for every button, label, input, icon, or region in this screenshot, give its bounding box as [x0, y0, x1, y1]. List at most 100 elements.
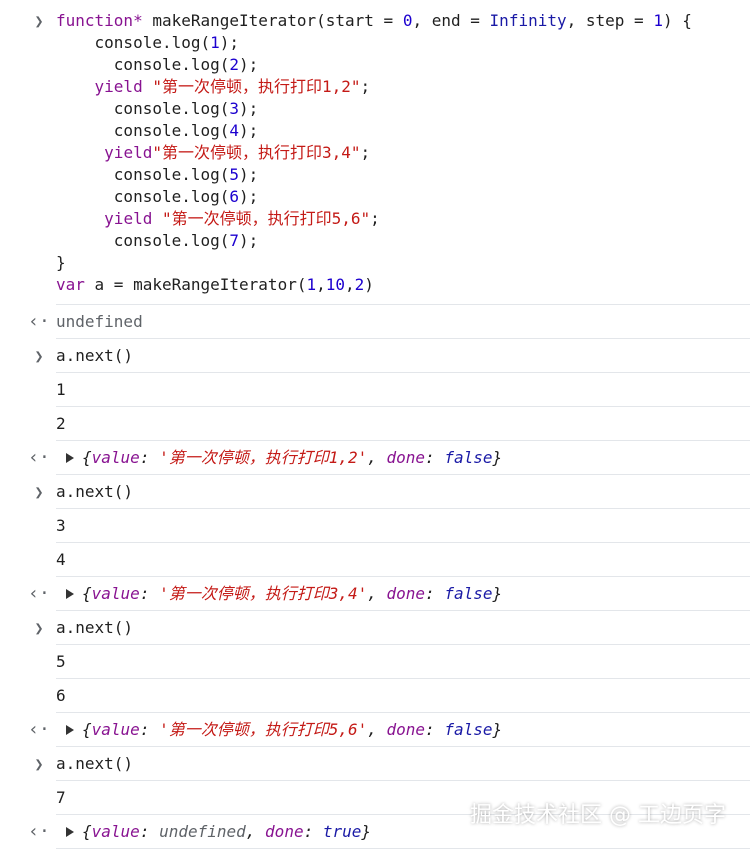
log-value: 5: [56, 652, 66, 671]
code-token: ;: [360, 77, 371, 96]
return-arrow-icon: ‹·: [28, 719, 50, 740]
code-token: 1: [210, 33, 220, 52]
brace-open: {: [82, 448, 92, 467]
done-key: done: [265, 822, 304, 841]
code-line: console.log(7);: [56, 230, 750, 252]
console-log-entry: 4: [56, 543, 750, 577]
comma: ,: [245, 822, 266, 841]
object-preview[interactable]: {value: undefined, done: true}: [56, 822, 371, 841]
console-input-text: a.next(): [56, 618, 134, 637]
colon: :: [139, 448, 160, 467]
code-line: function* makeRangeIterator(start = 0, e…: [56, 10, 750, 32]
console-input-text: a.next(): [56, 346, 134, 365]
code-line: console.log(5);: [56, 164, 750, 186]
code-token: a = makeRangeIterator(: [84, 275, 307, 294]
devtools-console: ❯ function* makeRangeIterator(start = 0, …: [0, 0, 750, 849]
done-key: done: [386, 584, 426, 603]
code-token: 3: [229, 99, 240, 118]
code-token: );: [239, 99, 259, 118]
result-value: undefined: [56, 312, 143, 331]
colon: :: [139, 584, 160, 603]
log-value: 3: [56, 516, 66, 535]
value-key: value: [91, 822, 140, 841]
value-text: undefined: [159, 822, 246, 841]
code-token: =: [373, 11, 403, 30]
code-token: end: [431, 11, 461, 30]
return-arrow-icon: ‹·: [28, 447, 50, 468]
code-token: 5: [229, 165, 240, 184]
object-preview[interactable]: {value: '第一次停顿，执行打印1,2', done: false}: [56, 448, 502, 467]
code-line: console.log(6);: [56, 186, 750, 208]
code-token: (: [316, 11, 326, 30]
brace-close: }: [492, 448, 503, 467]
brace-open: {: [82, 822, 92, 841]
code-token: function*: [56, 11, 143, 30]
console-log-entry: 6: [56, 679, 750, 713]
colon: :: [425, 448, 445, 467]
code-token: console.log(: [113, 187, 230, 206]
code-token: ): [364, 275, 374, 294]
code-token: 10: [325, 275, 346, 294]
log-value: 6: [56, 686, 66, 705]
code-token: 7: [229, 231, 240, 250]
colon: :: [303, 822, 323, 841]
code-token: "第一次停顿，执行打印5,6": [161, 209, 371, 228]
brace-open: {: [82, 584, 92, 603]
expand-triangle-icon[interactable]: [66, 724, 74, 735]
code-token: console.log(: [113, 231, 230, 250]
code-token: 1: [306, 275, 317, 294]
done-key: done: [386, 720, 426, 739]
object-preview[interactable]: {value: '第一次停顿，执行打印3,4', done: false}: [56, 584, 502, 603]
code-token: ,: [566, 11, 586, 30]
code-token: ,: [316, 275, 326, 294]
console-result-entry: ‹· {value: '第一次停顿，执行打印5,6', done: false}: [28, 713, 750, 747]
console-input-entry[interactable]: ❯ a.next(): [34, 611, 750, 645]
code-token: console.log(: [94, 33, 211, 52]
value-key: value: [91, 720, 140, 739]
code-token: "第一次停顿，执行打印1,2": [152, 77, 361, 96]
expand-triangle-icon[interactable]: [66, 588, 74, 599]
code-token: ;: [370, 209, 380, 228]
console-input-entry[interactable]: ❯ a.next(): [34, 339, 750, 373]
code-line: yield "第一次停顿，执行打印1,2";: [56, 76, 750, 98]
code-line: var a = makeRangeIterator(1,10,2): [56, 274, 750, 296]
colon: :: [425, 584, 445, 603]
brace-open: {: [82, 720, 92, 739]
console-input-entry[interactable]: ❯ a.next(): [34, 747, 750, 781]
console-input-entry[interactable]: ❯ function* makeRangeIterator(start = 0, …: [34, 0, 750, 305]
chevron-right-icon: ❯: [34, 755, 44, 773]
console-input-entry[interactable]: ❯ a.next(): [34, 475, 750, 509]
brace-close: }: [361, 822, 372, 841]
console-result-entry: ‹· undefined: [28, 305, 750, 339]
done-value: false: [444, 584, 493, 603]
chevron-right-icon: ❯: [34, 347, 44, 365]
object-preview[interactable]: {value: '第一次停顿，执行打印5,6', done: false}: [56, 720, 502, 739]
brace-close: }: [492, 720, 503, 739]
code-line: console.log(4);: [56, 120, 750, 142]
value-key: value: [91, 448, 140, 467]
console-input-text: a.next(): [56, 482, 134, 501]
done-key: done: [386, 448, 426, 467]
colon: :: [139, 822, 160, 841]
code-token: yield: [104, 143, 153, 162]
code-token: step: [585, 11, 625, 30]
code-token: console.log(: [113, 165, 230, 184]
code-token: =: [460, 11, 490, 30]
expand-triangle-icon[interactable]: [66, 826, 74, 837]
expand-triangle-icon[interactable]: [66, 452, 74, 463]
watermark: 掘金技术社区 @ 工边页字: [470, 803, 726, 828]
code-line: yield"第一次停顿，执行打印3,4";: [56, 142, 750, 164]
code-token: yield: [94, 77, 143, 96]
log-value: 2: [56, 414, 66, 433]
comma: ,: [367, 720, 387, 739]
